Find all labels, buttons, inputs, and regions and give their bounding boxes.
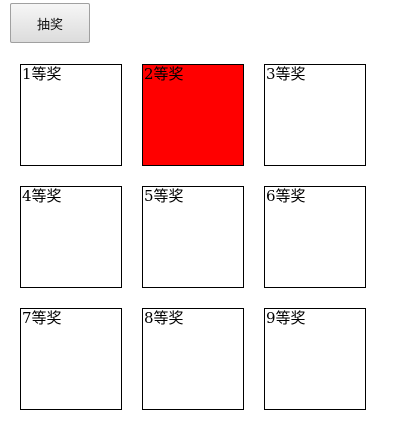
draw-button[interactable]: 抽奖: [10, 3, 90, 43]
prize-grid: 1等奖 2等奖 3等奖 4等奖 5等奖 6等奖 7等奖 8等奖 9等奖: [20, 64, 366, 410]
prize-cell-7[interactable]: 7等奖: [20, 308, 122, 410]
prize-cell-9[interactable]: 9等奖: [264, 308, 366, 410]
prize-label: 9等奖: [266, 309, 306, 327]
prize-label: 2等奖: [144, 65, 184, 83]
prize-cell-6[interactable]: 6等奖: [264, 186, 366, 288]
prize-label: 1等奖: [22, 65, 62, 83]
prize-label: 3等奖: [266, 65, 306, 83]
prize-cell-3[interactable]: 3等奖: [264, 64, 366, 166]
prize-label: 8等奖: [144, 309, 184, 327]
prize-label: 6等奖: [266, 187, 306, 205]
prize-cell-2[interactable]: 2等奖: [142, 64, 244, 166]
prize-cell-5[interactable]: 5等奖: [142, 186, 244, 288]
prize-cell-4[interactable]: 4等奖: [20, 186, 122, 288]
prize-label: 4等奖: [22, 187, 62, 205]
prize-label: 7等奖: [22, 309, 62, 327]
prize-label: 5等奖: [144, 187, 184, 205]
prize-cell-1[interactable]: 1等奖: [20, 64, 122, 166]
prize-cell-8[interactable]: 8等奖: [142, 308, 244, 410]
